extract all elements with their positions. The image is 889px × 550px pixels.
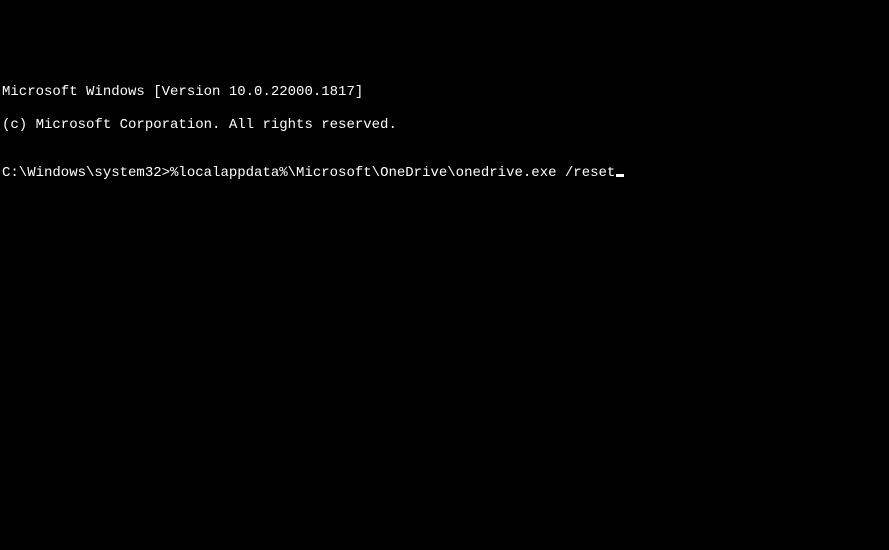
- prompt-line[interactable]: C:\Windows\system32>%localappdata%\Micro…: [2, 165, 889, 181]
- prompt-path: C:\Windows\system32>: [2, 165, 170, 181]
- copyright-line: (c) Microsoft Corporation. All rights re…: [2, 117, 889, 133]
- cursor-icon: [616, 174, 624, 177]
- terminal-output[interactable]: Microsoft Windows [Version 10.0.22000.18…: [2, 68, 889, 197]
- command-input[interactable]: %localappdata%\Microsoft\OneDrive\onedri…: [170, 165, 615, 181]
- version-line: Microsoft Windows [Version 10.0.22000.18…: [2, 84, 889, 100]
